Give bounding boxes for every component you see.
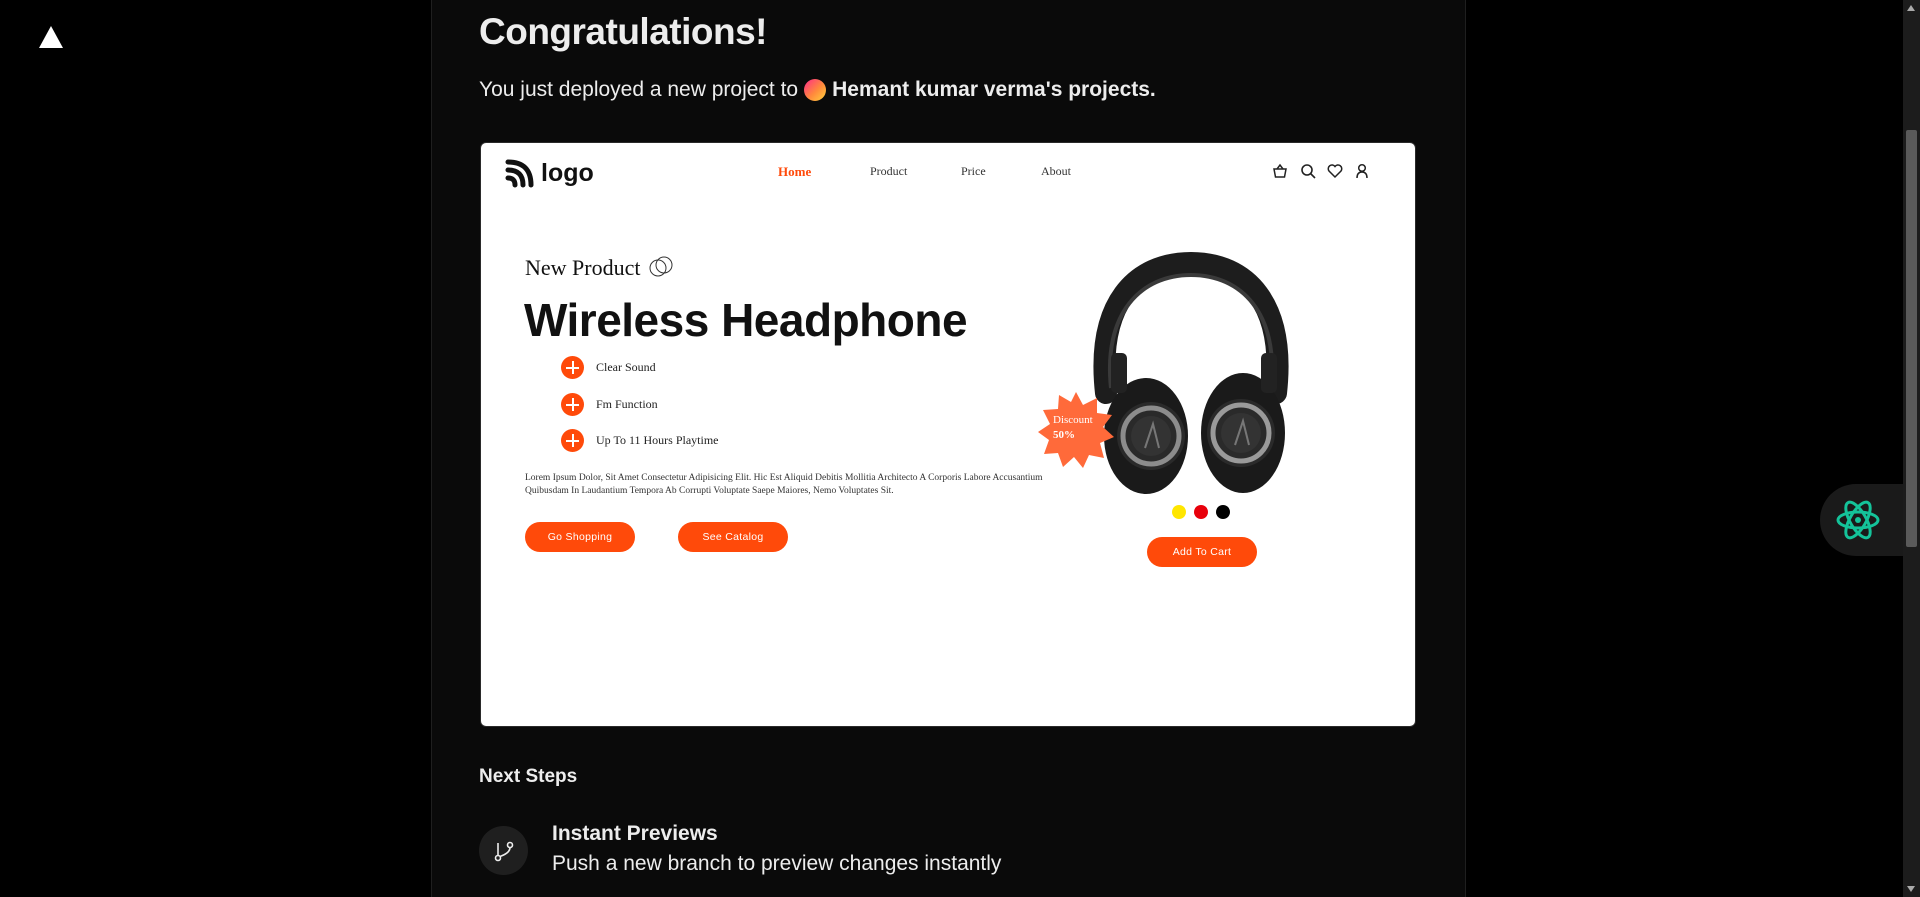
feature-text: Up To 11 Hours Playtime [596,433,719,447]
step-item-icon [479,826,528,875]
scroll-down-icon[interactable] [1907,886,1915,892]
feature-text: Fm Function [596,397,658,411]
deployment-preview[interactable]: logo Home Product Price About New Produc… [480,142,1416,727]
assistant-button[interactable] [1820,484,1904,556]
scrollbar-thumb[interactable] [1906,130,1917,547]
see-catalog-button[interactable]: See Catalog [678,522,788,552]
page-title: Congratulations! [479,11,767,52]
scroll-up-icon[interactable] [1907,5,1915,11]
feature-text: Clear Sound [596,360,656,374]
site-logo-text: logo [541,158,594,187]
color-swatch-yellow[interactable] [1172,505,1186,519]
next-steps-heading: Next Steps [479,766,578,787]
add-to-cart-button[interactable]: Add To Cart [1147,537,1257,567]
rings-icon [649,256,673,277]
feature-item: Up To 11 Hours Playtime [561,429,719,452]
user-icon[interactable] [1353,162,1371,180]
plus-icon [561,429,584,452]
plus-icon [561,356,584,379]
rss-logo-icon [505,159,534,188]
heart-icon[interactable] [1326,162,1344,180]
nav-about[interactable]: About [1041,164,1071,179]
plus-icon [561,393,584,416]
nav-product[interactable]: Product [870,164,907,179]
discount-badge [1038,392,1114,468]
nav-home[interactable]: Home [778,164,811,180]
go-shopping-button[interactable]: Go Shopping [525,522,635,552]
git-branch-icon [494,841,513,861]
color-swatch-red[interactable] [1194,505,1208,519]
search-icon[interactable] [1299,162,1317,180]
nav-price[interactable]: Price [961,164,986,179]
vertical-scrollbar[interactable] [1903,0,1920,897]
deploy-message: You just deployed a new project to Heman… [479,78,1156,102]
site-logo: logo [505,158,594,188]
new-product-text: New Product [525,255,641,280]
team-avatar [804,79,827,101]
feature-item: Fm Function [561,393,658,416]
color-swatch-black[interactable] [1216,505,1230,519]
product-description: Lorem Ipsum Dolor, Sit Amet Consectetur … [525,473,1043,496]
vercel-logo-icon[interactable] [39,26,63,48]
feature-item: Clear Sound [561,356,656,379]
step-description: Push a new branch to preview changes ins… [552,852,1002,875]
team-name[interactable]: Hemant kumar verma's projects. [832,78,1156,102]
discount-value: 50% [1053,429,1075,441]
product-headline: Wireless Headphone [524,294,968,346]
basket-icon[interactable] [1271,162,1289,180]
discount-label: Discount [1053,414,1093,426]
deploy-prefix: You just deployed a new project to [479,78,799,101]
atom-icon [1836,500,1880,540]
new-product-label: New Product [525,255,676,281]
step-title[interactable]: Instant Previews [552,822,718,846]
